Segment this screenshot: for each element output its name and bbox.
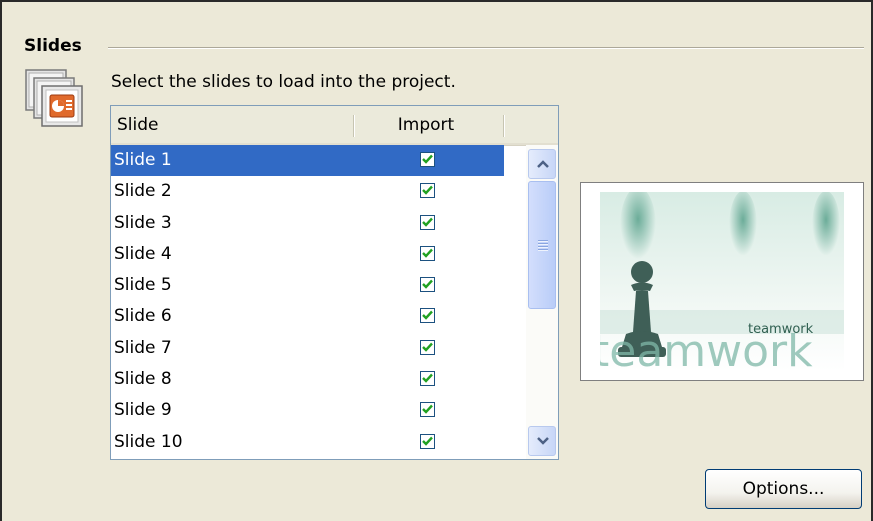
chevron-down-icon (537, 437, 549, 445)
checkmark-icon (422, 248, 433, 258)
import-checkbox[interactable] (420, 308, 435, 324)
scroll-grip (538, 240, 548, 252)
list-rows: Slide 1 Slide 2 Slide 3 Slide 4 Slide 5 … (111, 145, 525, 459)
table-row[interactable]: Slide 6 (111, 301, 525, 332)
import-checkbox[interactable] (420, 245, 435, 261)
checkmark-icon (422, 154, 433, 164)
scroll-up-button[interactable] (528, 149, 556, 179)
import-checkbox[interactable] (420, 433, 435, 449)
table-row[interactable]: Slide 4 (111, 239, 525, 270)
preview-title-small: teamwork (748, 322, 814, 337)
slide-label: Slide 3 (114, 212, 172, 233)
slides-panel: Slides Select the slides to load into th… (0, 0, 873, 521)
table-row[interactable]: Slide 10 (111, 427, 525, 458)
scroll-thumb[interactable] (528, 181, 556, 309)
powerpoint-slides-icon (24, 68, 86, 130)
slide-label: Slide 9 (114, 400, 172, 421)
scroll-down-button[interactable] (528, 426, 556, 456)
checkmark-icon (422, 185, 433, 196)
import-checkbox[interactable] (420, 152, 435, 167)
import-checkbox[interactable] (420, 183, 435, 199)
vertical-scrollbar[interactable] (526, 145, 558, 459)
slide-label: Slide 4 (114, 243, 172, 264)
table-row[interactable]: Slide 7 (111, 333, 525, 364)
slide-label: Slide 7 (114, 337, 172, 358)
checkmark-icon (422, 436, 433, 446)
slide-label: Slide 1 (114, 145, 503, 176)
checkmark-icon (422, 405, 433, 415)
slide-thumbnail: teamwork teamwork (600, 192, 844, 371)
slide-label: Slide 8 (114, 369, 172, 390)
column-header-slide[interactable]: Slide (117, 106, 159, 145)
checkmark-icon (422, 342, 433, 352)
group-title: Slides (24, 36, 82, 56)
import-checkbox[interactable] (420, 339, 435, 355)
list-header: Slide Import (111, 106, 558, 146)
slide-label: Slide 6 (114, 306, 172, 327)
checkmark-icon (422, 311, 433, 321)
checkmark-icon (422, 373, 433, 383)
slides-list[interactable]: Slide Import Slide 1 Slide 2 Slide 3 Sli… (110, 105, 559, 460)
header-separator[interactable] (353, 115, 354, 137)
table-row[interactable]: Slide 8 (111, 364, 525, 395)
options-button[interactable]: Options... (705, 469, 862, 509)
checkmark-icon (422, 217, 433, 227)
slide-preview: teamwork teamwork (580, 182, 864, 381)
table-row[interactable]: Slide 1 (111, 145, 525, 176)
slide-label: Slide 10 (114, 431, 183, 452)
table-row[interactable]: Slide 3 (111, 208, 525, 239)
table-row[interactable]: Slide 5 (111, 270, 525, 301)
column-header-import[interactable]: Import (356, 106, 496, 145)
header-separator[interactable] (503, 115, 504, 137)
instruction-text: Select the slides to load into the proje… (111, 72, 456, 92)
table-row[interactable]: Slide 2 (111, 176, 525, 207)
import-checkbox[interactable] (420, 402, 435, 418)
chevron-up-icon (537, 160, 549, 168)
slide-label: Slide 2 (114, 181, 172, 202)
group-divider (108, 47, 864, 49)
checkmark-icon (422, 279, 433, 289)
import-checkbox[interactable] (420, 371, 435, 387)
table-row[interactable]: Slide 9 (111, 395, 525, 426)
import-checkbox[interactable] (420, 214, 435, 230)
slide-label: Slide 5 (114, 275, 172, 296)
import-checkbox[interactable] (420, 277, 435, 293)
